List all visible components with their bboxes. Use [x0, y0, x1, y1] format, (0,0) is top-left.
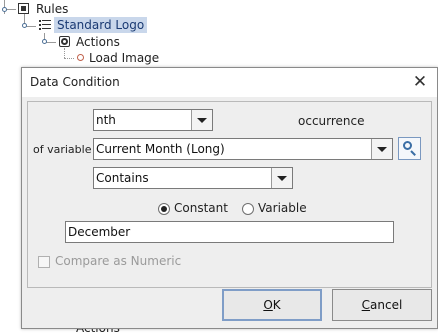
load-image-icon [77, 54, 84, 61]
actions-icon [59, 36, 70, 47]
close-button[interactable]: ✕ [409, 72, 431, 94]
occurrence-select[interactable]: nth [93, 109, 213, 131]
tree-item-rules[interactable]: Rules [36, 1, 68, 17]
variable-select-value: Current Month (Long) [96, 142, 225, 156]
comparison-value-field[interactable] [65, 221, 394, 243]
close-icon: ✕ [412, 72, 428, 92]
variable-radio[interactable] [242, 203, 254, 215]
ok-label-rest: K [272, 298, 281, 312]
cancel-mnemonic: C [361, 298, 371, 312]
cancel-label-rest: ancel [370, 298, 403, 312]
tree-expand-handle[interactable] [42, 39, 47, 44]
tree-connector [64, 48, 65, 58]
search-variable-button[interactable] [398, 137, 421, 160]
operator-select-value: Contains [96, 171, 149, 185]
tree-item-load-image[interactable]: Load Image [89, 50, 159, 66]
list-icon [39, 20, 51, 30]
variable-option-label[interactable]: Variable [258, 201, 307, 215]
of-variable-label: of variable [33, 143, 92, 156]
tree-connector [64, 58, 74, 59]
occurrence-select-value: nth [96, 113, 116, 127]
chevron-down-icon[interactable] [191, 110, 212, 130]
occurrence-label: occurrence [298, 114, 365, 128]
tree-expand-handle[interactable] [22, 23, 27, 28]
tree-expand-handle[interactable] [2, 7, 7, 12]
data-condition-dialog: Data Condition ✕ nth occurrence of varia… [21, 67, 438, 329]
dialog-titlebar[interactable]: Data Condition ✕ [22, 68, 437, 97]
tree-item-actions[interactable]: Actions [76, 34, 120, 50]
comparison-value-input[interactable] [68, 224, 388, 240]
constant-radio[interactable] [158, 203, 170, 215]
tree-item-standard-logo[interactable]: Standard Logo [54, 17, 148, 33]
condition-panel: nth occurrence of variable Current Month… [27, 101, 432, 288]
compare-numeric-label: Compare as Numeric [55, 254, 182, 268]
constant-label[interactable]: Constant [174, 201, 228, 215]
compare-numeric-checkbox[interactable] [38, 256, 50, 268]
rules-icon [18, 3, 29, 14]
chevron-down-icon[interactable] [271, 168, 292, 188]
operator-select[interactable]: Contains [93, 167, 293, 189]
variable-select[interactable]: Current Month (Long) [93, 138, 393, 160]
cancel-button[interactable]: Cancel [332, 289, 432, 321]
chevron-down-icon[interactable] [371, 139, 392, 159]
dialog-title: Data Condition [30, 75, 120, 89]
ok-mnemonic: O [263, 298, 273, 312]
ok-button[interactable]: OK [222, 289, 322, 321]
